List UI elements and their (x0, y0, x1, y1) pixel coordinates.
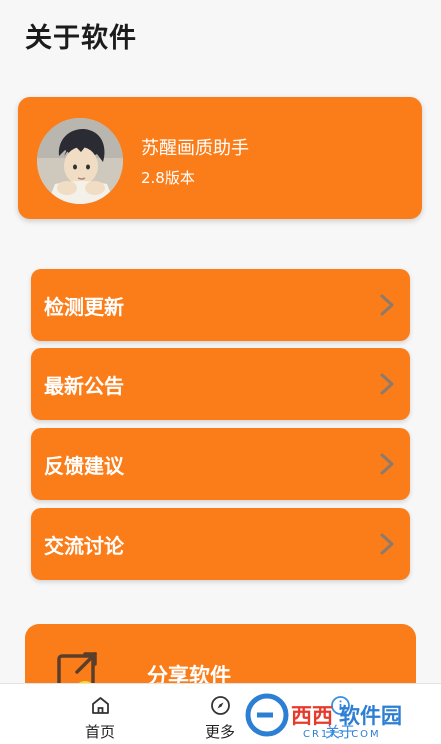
svg-text:西西: 西西 (291, 704, 333, 728)
app-info-card: 苏醒画质助手 2.8版本 (18, 97, 422, 219)
menu-item-feedback[interactable]: 反馈建议 (31, 428, 410, 500)
chevron-right-icon (380, 373, 394, 395)
menu-item-label: 反馈建议 (44, 454, 124, 478)
menu-item-check-update[interactable]: 检测更新 (31, 269, 410, 341)
chevron-right-icon (380, 294, 394, 316)
menu-item-label: 交流讨论 (44, 534, 124, 558)
home-icon (92, 697, 109, 714)
menu-item-label: 检测更新 (44, 295, 124, 319)
menu-item-discussion[interactable]: 交流讨论 (31, 508, 410, 580)
page-title: 关于软件 (25, 23, 137, 54)
app-name: 苏醒画质助手 (141, 138, 249, 159)
chevron-right-icon (380, 453, 394, 475)
nav-tab-home[interactable]: 首页 (60, 684, 140, 744)
app-version: 2.8版本 (141, 169, 195, 187)
menu-item-announcement[interactable]: 最新公告 (31, 348, 410, 420)
compass-icon (211, 696, 230, 715)
svg-text:软件园: 软件园 (339, 704, 402, 728)
app-avatar (37, 118, 123, 204)
menu-item-label: 最新公告 (44, 374, 124, 398)
chevron-right-icon (380, 533, 394, 555)
svg-text:CR173.COM: CR173.COM (303, 729, 381, 740)
watermark-logo: 西西 软件园 CR173.COM (245, 693, 402, 740)
nav-tab-label: 首页 (84, 723, 115, 741)
